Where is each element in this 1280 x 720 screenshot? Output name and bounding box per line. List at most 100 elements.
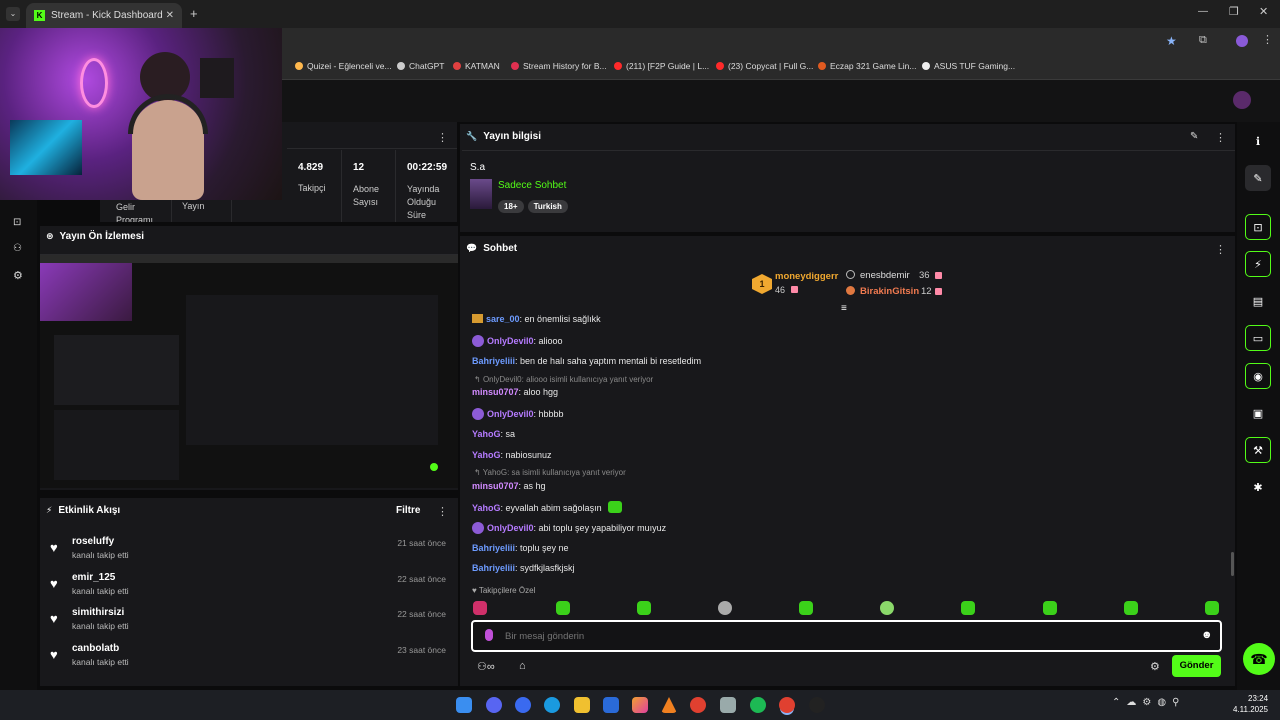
chat-username[interactable]: Bahriyeliii <box>472 563 515 573</box>
new-tab-button[interactable]: + <box>190 6 198 21</box>
bookmark-item[interactable]: (23) Copycat | Full G... <box>716 61 813 71</box>
tab-revenue-program[interactable]: Gelir Programı <box>116 201 166 222</box>
chat-username[interactable]: OnlyDevil0 <box>487 523 534 533</box>
leaderboard-second-name[interactable]: enesbdemir <box>860 270 910 281</box>
edit-icon[interactable]: ✎ <box>1245 165 1271 191</box>
stats-menu-icon[interactable]: ⋮ <box>437 131 448 144</box>
bookmark-item[interactable]: Eczap 321 Game Lin... <box>818 61 916 71</box>
bookmark-item[interactable]: ChatGPT <box>397 61 444 71</box>
browser-tab-active[interactable]: K Stream - Kick Dashboard ✕ <box>26 3 182 28</box>
tray-icons[interactable]: ⌃☁⚙◍⚲ <box>1112 697 1185 708</box>
edit-pencil-icon[interactable]: ✎ <box>1190 131 1198 142</box>
chat-username[interactable]: Bahriyeliii <box>472 356 515 366</box>
preview-toggle-icon[interactable]: ⊡ <box>13 217 21 228</box>
settings-gear-icon[interactable]: ⚙ <box>13 269 23 282</box>
info-icon[interactable]: ℹ <box>1245 128 1271 154</box>
microphone-icon[interactable] <box>485 629 493 641</box>
stream-info-menu-icon[interactable]: ⋮ <box>1215 131 1226 144</box>
chat-username[interactable]: YahoG <box>472 450 501 460</box>
emote-icon[interactable] <box>1043 601 1057 615</box>
chat-widget-icon[interactable]: ▭ <box>1245 325 1271 351</box>
profile-avatar[interactable] <box>1236 35 1248 47</box>
broadcast-icon[interactable]: ◉ <box>1245 363 1271 389</box>
chat-username[interactable]: YahoG <box>472 503 501 513</box>
discord-icon[interactable] <box>486 697 502 713</box>
activity-username[interactable]: roseluffy <box>72 536 114 547</box>
tab-stream[interactable]: Yayın <box>182 201 204 211</box>
chat-message: minsu0707: aloo hgg <box>472 387 558 397</box>
chat-menu-icon[interactable]: ⋮ <box>1215 243 1226 256</box>
store-icon[interactable]: ⌂ <box>519 660 526 672</box>
emote-icon[interactable] <box>880 601 894 615</box>
chat-username[interactable]: sare_00 <box>486 314 520 324</box>
activity-username[interactable]: canbolatb <box>72 643 119 654</box>
chat-username[interactable]: minsu0707 <box>472 387 519 397</box>
activity-filter-button[interactable]: Filtre <box>396 505 420 516</box>
chrome-active-icon[interactable] <box>779 697 795 713</box>
windows-start-icon[interactable] <box>456 697 472 713</box>
activity-username[interactable]: emir_125 <box>72 572 115 583</box>
chat-input-box[interactable]: ☻ <box>471 620 1222 652</box>
more-widgets-icon[interactable]: ✱ <box>1245 474 1271 500</box>
chat-scrollbar[interactable] <box>1231 552 1234 576</box>
file-explorer-icon[interactable] <box>574 697 590 713</box>
reply-note[interactable]: ↰ OnlyDevil0: aliooo isimli kullanıcıya … <box>474 375 653 384</box>
extensions-icon[interactable]: ⧉ <box>1199 34 1207 47</box>
chat-username[interactable]: Bahriyeliii <box>472 543 515 553</box>
activity-menu-icon[interactable]: ⋮ <box>437 505 448 518</box>
bookmark-item[interactable]: Stream History for B... <box>511 61 607 71</box>
emote-icon[interactable] <box>473 601 487 615</box>
emoji-picker-icon[interactable]: ☻ <box>1201 629 1213 641</box>
leaderboard-collapse-icon[interactable]: ≡ <box>841 303 847 314</box>
category-link[interactable]: Sadece Sohbet <box>498 180 566 191</box>
leaderboard-first-name[interactable]: moneydiggerr <box>775 271 838 282</box>
emote-icon[interactable] <box>1205 601 1219 615</box>
bookmark-item[interactable]: Quizei - Eğlenceli ve... <box>295 61 392 71</box>
reply-note[interactable]: ↰ YahoG: sa isimli kullanıcıya yanıt ver… <box>474 468 626 477</box>
chat-settings-icon[interactable]: ⚙ <box>1150 660 1160 673</box>
emote-icon[interactable] <box>961 601 975 615</box>
app-icon[interactable] <box>720 697 736 713</box>
activity-widget-icon[interactable]: ⚡ <box>1245 251 1271 277</box>
emote-icon[interactable] <box>637 601 651 615</box>
leaderboard-third-name[interactable]: BirakinGitsin <box>860 286 919 297</box>
send-button[interactable]: Gönder <box>1172 655 1221 677</box>
stream-info-widget-icon[interactable]: ⚒ <box>1245 437 1271 463</box>
app-icon[interactable] <box>515 697 531 713</box>
activity-username[interactable]: simithirsizi <box>72 607 124 618</box>
chat-tools-icon[interactable]: ⚇∞ <box>477 660 495 673</box>
chat-message-input[interactable] <box>505 628 1185 644</box>
edge-icon[interactable] <box>544 697 560 713</box>
emote-icon[interactable] <box>556 601 570 615</box>
bookmark-item[interactable]: KATMAN <box>453 61 500 71</box>
emote-icon[interactable] <box>718 601 732 615</box>
spotify-icon[interactable] <box>750 697 766 713</box>
browser-menu-icon[interactable]: ⋮ <box>1262 33 1273 46</box>
store-app-icon[interactable] <box>603 697 619 713</box>
chat-username[interactable]: YahoG <box>472 429 501 439</box>
notes-icon[interactable]: ▤ <box>1245 288 1271 314</box>
heart-icon: ♥ <box>472 586 479 595</box>
bookmark-item[interactable]: (211) [F2P Guide | L... <box>614 61 709 71</box>
layout-icon[interactable]: ▣ <box>1245 400 1271 426</box>
support-chat-button[interactable]: ☎ <box>1243 643 1275 675</box>
emote-icon[interactable] <box>799 601 813 615</box>
close-window-button[interactable]: ✕ <box>1259 5 1268 18</box>
chat-username[interactable]: OnlyDevil0 <box>487 409 534 419</box>
channel-avatar[interactable] <box>1233 91 1251 109</box>
bookmark-star-icon[interactable]: ★ <box>1166 34 1177 48</box>
restore-button[interactable]: ❐ <box>1229 5 1239 18</box>
stream-preview-video[interactable] <box>40 254 458 488</box>
close-tab-icon[interactable]: ✕ <box>166 10 174 21</box>
minimize-button[interactable]: — <box>1198 6 1208 17</box>
bookmark-item[interactable]: ASUS TUF Gaming... <box>922 61 1015 71</box>
chat-username[interactable]: OnlyDevil0 <box>487 336 534 346</box>
chat-username[interactable]: minsu0707 <box>472 481 519 491</box>
obs-icon[interactable] <box>809 697 825 713</box>
app-icon[interactable] <box>632 697 648 713</box>
tab-list-button[interactable]: ⌄ <box>6 7 20 21</box>
chrome-icon[interactable] <box>690 697 706 713</box>
preview-widget-icon[interactable]: ⊡ <box>1245 214 1271 240</box>
users-icon[interactable]: ⚇ <box>13 243 22 254</box>
emote-icon[interactable] <box>1124 601 1138 615</box>
